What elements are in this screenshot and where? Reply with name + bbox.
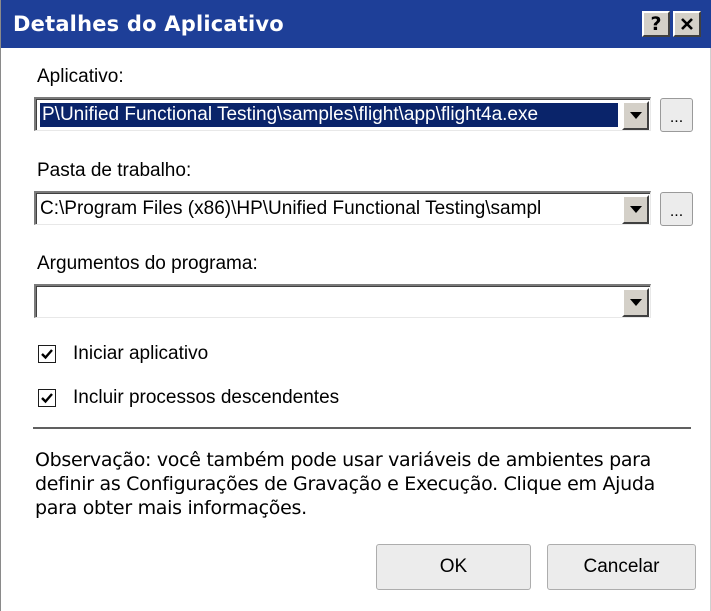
close-button[interactable]	[673, 11, 701, 37]
arguments-combo[interactable]	[34, 284, 651, 318]
checkmark-icon	[41, 393, 53, 404]
close-icon	[681, 18, 693, 30]
arguments-dropdown-button[interactable]	[622, 288, 649, 317]
title-bar: Detalhes do Aplicativo ?	[1, 0, 711, 48]
working-folder-combo[interactable]: C:\Program Files (x86)\HP\Unified Functi…	[34, 191, 651, 225]
chevron-down-icon	[629, 112, 642, 119]
note-text: Observação: você também pode usar variáv…	[35, 449, 655, 519]
checkmark-icon	[41, 349, 53, 360]
help-icon: ?	[650, 13, 662, 35]
working-folder-input[interactable]: C:\Program Files (x86)\HP\Unified Functi…	[40, 197, 618, 221]
include-children-checkbox[interactable]	[38, 389, 56, 407]
application-input[interactable]: P\Unified Functional Testing\samples\fli…	[40, 103, 618, 127]
include-children-label[interactable]: Incluir processos descendentes	[73, 387, 339, 409]
application-combo[interactable]: P\Unified Functional Testing\samples\fli…	[34, 97, 651, 131]
dialog-title: Detalhes do Aplicativo	[13, 12, 284, 36]
working-folder-dropdown-button[interactable]	[622, 195, 649, 224]
working-folder-combo-frame: C:\Program Files (x86)\HP\Unified Functi…	[36, 193, 650, 224]
application-combo-frame: P\Unified Functional Testing\samples\fli…	[36, 99, 650, 130]
chevron-down-icon	[629, 206, 642, 213]
ok-button[interactable]: OK	[376, 544, 531, 590]
application-details-dialog: Detalhes do Aplicativo ? Aplicativo: P\U…	[0, 0, 711, 611]
arguments-label: Argumentos do programa:	[37, 253, 258, 274]
application-browse-button[interactable]: ...	[660, 98, 693, 132]
working-folder-label: Pasta de trabalho:	[37, 160, 192, 181]
application-dropdown-button[interactable]	[622, 101, 649, 130]
help-button[interactable]: ?	[642, 11, 670, 37]
arguments-combo-frame	[36, 286, 650, 317]
launch-app-checkbox[interactable]	[38, 345, 56, 363]
working-folder-browse-button[interactable]: ...	[660, 192, 693, 226]
application-label: Aplicativo:	[37, 66, 124, 87]
cancel-button[interactable]: Cancelar	[547, 544, 696, 590]
launch-app-label[interactable]: Iniciar aplicativo	[73, 343, 208, 365]
chevron-down-icon	[629, 299, 642, 306]
arguments-input[interactable]	[40, 290, 618, 314]
separator	[33, 427, 691, 429]
